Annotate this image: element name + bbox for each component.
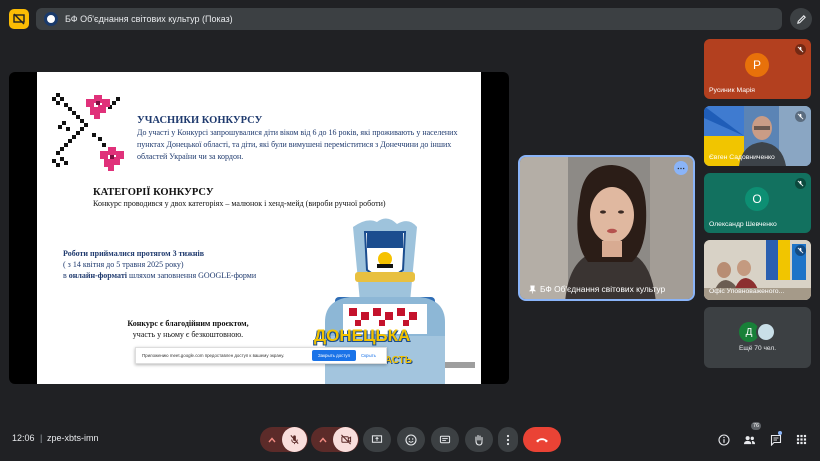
more-participants-tile[interactable]: Д Ещё 70 чел. [704,307,811,368]
activities-button[interactable] [795,433,808,446]
charity-line-2: участь у ньому є безкоштовною. [132,330,244,339]
charity-line-1: Конкурс є благодійним проєктом, [127,319,249,328]
camera-off-icon [340,434,351,445]
speaker-tile[interactable]: ⋯ БФ Об'єднання світових культур [518,155,695,301]
charity-text: Конкурс є благодійним проєктом, участь у… [93,318,283,340]
org-avatar [44,12,58,26]
more-vert-icon [506,434,510,445]
participant-tile[interactable]: Євген Садовниченко [704,106,811,166]
mic-off-icon [290,435,299,445]
raise-hand-icon [475,434,483,446]
chevron-up-icon [268,436,276,442]
pin-icon[interactable] [528,285,537,294]
time-line-3-bold: онлайн-форматі [68,271,127,280]
end-call-icon [536,437,548,442]
slide: УЧАСНИКИ КОНКУРСУ До участі у Конкурсі з… [37,72,481,384]
presentation-stage: УЧАСНИКИ КОНКУРСУ До участі у Конкурсі з… [9,72,509,384]
stop-sharing-button[interactable]: Закрыть доступ [312,350,356,361]
meeting-code: zpe-xbts-imn [47,433,99,443]
hide-notice-link[interactable]: Скрыть [361,353,376,358]
emoji-icon [405,433,417,446]
chat-unread-dot [778,431,782,435]
time-line-3-suffix: шляхом заповнення GOOGLE-форми [126,271,257,280]
meeting-title: БФ Об'єднання світових культур (Показ) [65,14,233,24]
clock: 12:06 [12,433,35,443]
more-options-button[interactable] [498,427,518,452]
participant-tile[interactable]: Офіс Уповноваженого... [704,240,811,300]
chevron-up-icon [319,436,327,442]
top-bar: БФ Об'єднання світових культур (Показ) [0,0,820,40]
separator: | [40,433,43,443]
mic-off-icon [795,44,806,55]
participant-avatar: Р [745,53,769,77]
annotate-button[interactable] [790,8,812,30]
share-notice-text: Приложению meet.google.com предоставлен … [142,353,285,358]
presentation-badge-icon[interactable] [9,9,29,29]
participant-avatar: О [745,187,769,211]
participants-count-badge: 76 [751,422,762,430]
leave-call-button[interactable] [523,427,561,452]
more-participants-label: Ещё 70 чел. [738,345,777,352]
participants-heading: УЧАСНИКИ КОНКУРСУ [137,115,263,126]
mic-off-icon [795,178,806,189]
time-line-1: Роботи приймалися протягом 3 тижнів [63,249,205,258]
participants-text: До участі у Конкурсі запрошувалися діти … [137,128,458,161]
monument-label: ДОНЕЦЬКА [314,326,411,345]
participant-tile[interactable]: Р Русиник Марія [704,39,811,99]
chat-icon [770,434,781,446]
meet-window: БФ Об'єднання світових культур (Показ) У… [0,0,820,461]
people-button[interactable] [743,433,756,446]
time-line-2: ( з 14 квітня до 5 травня 2025 року) [63,260,184,269]
mic-options-button[interactable] [262,427,282,452]
tile-options-button[interactable]: ⋯ [674,161,688,175]
categories-text: Конкурс проводився у двох категоріях – м… [93,199,386,208]
categories-heading: КАТЕГОРІЇ КОНКУРСУ [93,187,214,198]
participant-name: Русиник Марія [709,87,755,94]
mic-off-icon [795,245,806,256]
info-icon [717,433,730,446]
raise-hand-button[interactable] [465,427,493,452]
participant-name: Олександр Шевченко [709,221,777,228]
mic-toggle-button[interactable] [282,427,307,452]
pen-icon [796,14,806,24]
screen-share-notice: Приложению meet.google.com предоставлен … [135,347,387,364]
captions-icon [439,435,451,444]
present-screen-button[interactable] [363,427,391,452]
activities-icon [796,434,807,445]
speaker-name-label: БФ Об'єднання світових культур [528,284,665,294]
captions-button[interactable] [431,427,459,452]
meeting-title-bar[interactable]: БФ Об'єднання світових культур (Показ) [36,8,782,30]
camera-options-button[interactable] [313,427,333,452]
embroidery-ornament [52,93,124,171]
submission-period-text: Роботи приймалися протягом 3 тижнів ( з … [63,248,293,281]
time-line-3: в онлайн-форматі шляхом заповнення GOOGL… [63,270,293,281]
present-screen-icon [371,435,383,443]
camera-toggle-button[interactable] [333,427,358,452]
mic-off-icon [795,111,806,122]
participant-name: Офіс Уповноваженого... [709,288,785,295]
participant-tile[interactable]: О Олександр Шевченко [704,173,811,233]
participant-name: Євген Садовниченко [709,154,775,161]
more-avatar-2 [756,322,776,342]
reactions-button[interactable] [397,427,425,452]
people-icon [743,435,756,444]
speaker-video [520,157,693,299]
meeting-details-button[interactable] [717,433,730,446]
speaker-name: БФ Об'єднання світових культур [540,284,666,294]
